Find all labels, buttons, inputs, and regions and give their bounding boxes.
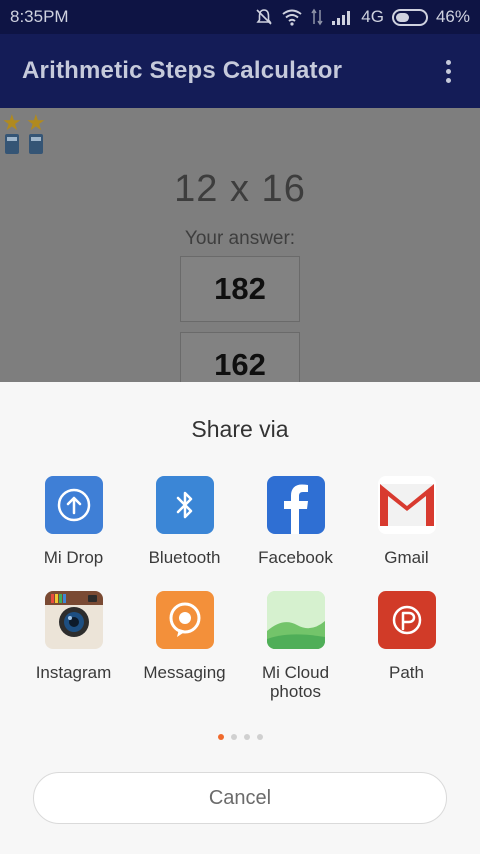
answer-option: 162 (180, 332, 300, 382)
app-title: Arithmetic Steps Calculator (22, 57, 343, 84)
calculator-icon (29, 134, 43, 154)
share-target-mi-cloud-photos[interactable]: Mi Cloud photos (240, 591, 351, 701)
share-target-facebook[interactable]: Facebook (240, 476, 351, 567)
page-dot (217, 734, 224, 740)
mi-drop-icon (44, 476, 103, 534)
app-bar: Arithmetic Steps Calculator (0, 34, 480, 108)
facebook-icon (266, 476, 325, 534)
status-icons: 4G 46% (255, 7, 470, 27)
share-target-label: Facebook (258, 548, 333, 567)
status-bar: 8:35PM 4G 46% (0, 0, 480, 34)
share-target-instagram[interactable]: Instagram (18, 591, 129, 701)
overflow-dot (445, 68, 451, 74)
status-time: 8:35PM (10, 7, 69, 26)
share-target-label: Bluetooth (148, 548, 221, 567)
quiz-content: ★ ★ 12 x 16 Your answer: 182 162 (0, 108, 480, 382)
share-targets-grid: Mi Drop Bluetooth Facebook Gmail Instagr… (18, 476, 462, 701)
star-calculator-icon: ★ (2, 112, 22, 154)
star-icon: ★ (2, 110, 22, 135)
battery-percent: 46% (435, 7, 470, 26)
share-target-label: Mi Cloud photos (261, 663, 330, 701)
mi-cloud-photos-icon (266, 591, 325, 649)
answer-option: 182 (180, 256, 300, 322)
share-target-label: Gmail (384, 548, 429, 567)
battery-level (395, 12, 409, 22)
share-target-label: Messaging (143, 663, 226, 682)
page-dot (243, 734, 250, 740)
achievement-badges: ★ ★ (2, 112, 46, 154)
share-target-label: Mi Drop (43, 548, 104, 567)
messaging-icon (155, 591, 214, 649)
gmail-icon (377, 476, 436, 534)
wifi-icon (282, 9, 302, 26)
share-target-bluetooth[interactable]: Bluetooth (129, 476, 240, 567)
problem-text: 12 x 16 (174, 168, 306, 210)
bluetooth-icon (155, 476, 214, 534)
data-transfer-icon (311, 8, 323, 26)
share-target-gmail[interactable]: Gmail (351, 476, 462, 567)
star-icon: ★ (26, 110, 46, 135)
overflow-dot (445, 59, 451, 65)
share-sheet: Share via Mi Drop Bluetooth Facebook Gma… (0, 382, 480, 854)
share-sheet-title: Share via (191, 416, 289, 442)
page-dot (256, 734, 263, 740)
cancel-button[interactable]: Cancel (33, 772, 447, 824)
page-indicator (0, 734, 480, 740)
share-target-path[interactable]: Path (351, 591, 462, 701)
instagram-icon (44, 591, 103, 649)
signal-icon (332, 11, 351, 25)
answer-label: Your answer: (184, 228, 296, 249)
network-type: 4G (361, 7, 384, 26)
share-target-label: Path (389, 663, 424, 682)
share-target-label: Instagram (35, 663, 112, 682)
more-vert-icon[interactable] (436, 51, 460, 91)
calculator-icon (5, 134, 19, 154)
share-target-mi-drop[interactable]: Mi Drop (18, 476, 129, 567)
mute-icon (256, 9, 272, 25)
share-target-messaging[interactable]: Messaging (129, 591, 240, 701)
battery-icon (391, 8, 428, 26)
path-icon (377, 591, 436, 649)
star-calculator-icon: ★ (26, 112, 46, 154)
page-dot (230, 734, 237, 740)
overflow-dot (445, 77, 451, 83)
